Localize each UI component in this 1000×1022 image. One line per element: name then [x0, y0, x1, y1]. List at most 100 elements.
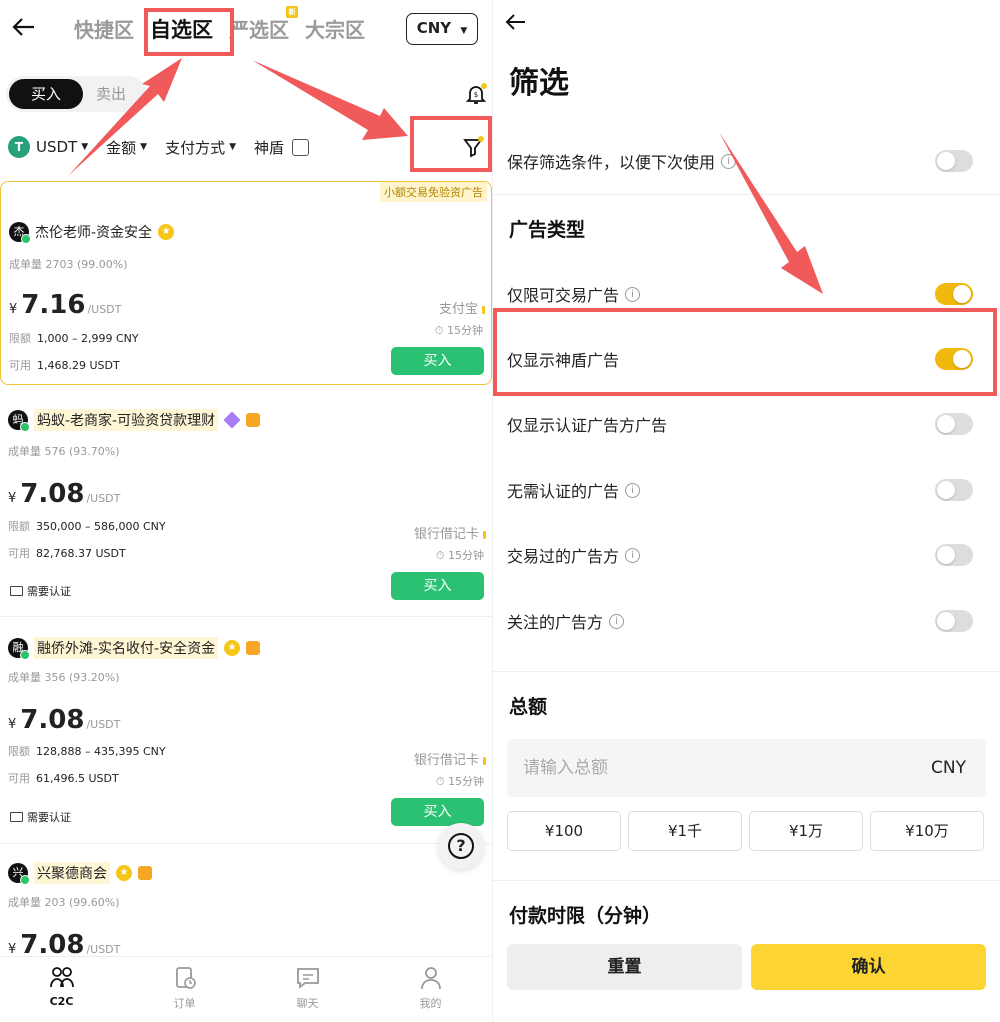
payment-method: 银行借记卡	[414, 749, 486, 768]
merchant-row[interactable]: 融 融侨外滩-实名收付-安全资金 ★	[8, 637, 261, 660]
shield-checkbox[interactable]	[292, 138, 310, 156]
svg-text:$: $	[474, 91, 478, 99]
sell-tab[interactable]: 卖出	[96, 79, 126, 109]
price-unit: /USDT	[86, 718, 121, 731]
available-row: 可用 61,496.5 USDT	[8, 770, 119, 786]
info-icon[interactable]: i	[609, 613, 625, 629]
notification-bell-icon[interactable]: $	[464, 82, 488, 106]
help-button[interactable]: ?	[438, 823, 484, 869]
amount-filter-label: 金额	[106, 138, 137, 157]
fiat-currency-select[interactable]: CNY ▼	[406, 13, 478, 45]
currency-symbol: ¥	[8, 717, 17, 732]
option-toggle[interactable]	[935, 283, 973, 305]
info-icon[interactable]: i	[625, 286, 641, 302]
back-arrow-icon[interactable]	[505, 10, 527, 36]
total-amount-input[interactable]	[523, 758, 823, 778]
merchant-name: 兴聚德商会	[34, 862, 110, 884]
option-toggle[interactable]	[935, 479, 973, 501]
caret-down-icon: ▼	[81, 142, 89, 152]
amount-chip-10k[interactable]: ¥1万	[749, 811, 863, 851]
reset-button[interactable]: 重置	[507, 944, 742, 990]
option-toggle[interactable]	[935, 610, 973, 632]
nav-profile[interactable]: 我的	[369, 957, 492, 1022]
option-row: 仅显示认证广告方广告	[507, 409, 987, 439]
tab-quick[interactable]: 快捷区	[74, 14, 134, 44]
amount-filter[interactable]: 金额 ▼	[106, 137, 147, 158]
info-icon[interactable]: i	[721, 153, 737, 169]
buy-button[interactable]: 买入	[391, 572, 484, 600]
available-value: 82,768.37 USDT	[36, 547, 126, 560]
chat-icon	[296, 968, 319, 989]
shield-filter[interactable]: 神盾	[254, 137, 310, 158]
confirm-button[interactable]: 确认	[751, 944, 986, 990]
offer-card: 兴 兴聚德商会 ★ 成单量 203 (99.60%) ¥ 7.08 /USDT	[0, 844, 492, 960]
time-limit-value: 15分钟	[448, 775, 484, 788]
offer-card: 蚂 蚂蚁-老商家-可验资贷款理财 成单量 576 (93.70%) ¥ 7.08…	[0, 385, 492, 615]
offer-card: 融 融侨外滩-实名收付-安全资金 ★ 成单量 356 (93.20%) ¥ 7.…	[0, 617, 492, 843]
nav-chat[interactable]: 聊天	[246, 957, 369, 1022]
limit-value: 128,888 – 435,395 CNY	[36, 745, 166, 758]
annotation-box-watchlist	[144, 8, 234, 56]
coin-filter[interactable]: T USDT ▼	[8, 136, 88, 158]
amount-chip-100k[interactable]: ¥10万	[870, 811, 984, 851]
payment-time-title: 付款时限（分钟）	[509, 905, 662, 927]
buy-button[interactable]: 买入	[391, 347, 484, 375]
filter-drawer: 筛选 保存筛选条件，以便下次使用 i 广告类型 仅限可交易广告 i 仅显示神盾广…	[492, 0, 1000, 1022]
usdt-logo-icon: T	[8, 136, 30, 158]
option-label: 仅显示认证广告方广告	[507, 416, 668, 435]
tab-selected[interactable]: 严选区新	[229, 6, 298, 44]
merchant-row[interactable]: 兴 兴聚德商会 ★	[8, 862, 152, 885]
total-amount-field[interactable]: CNY	[507, 739, 986, 797]
quick-amount-chips: ¥100 ¥1千 ¥1万 ¥10万	[507, 811, 984, 851]
amount-chip-100[interactable]: ¥100	[507, 811, 621, 851]
gold-badge-icon: ★	[158, 224, 175, 240]
option-row: 仅限可交易广告 i	[507, 279, 987, 309]
info-icon[interactable]: i	[625, 547, 641, 563]
shield-filter-label: 神盾	[254, 138, 285, 157]
option-toggle[interactable]	[935, 544, 973, 566]
save-filter-toggle[interactable]	[935, 150, 973, 172]
limit-row: 限额 128,888 – 435,395 CNY	[8, 743, 166, 759]
price: ¥ 7.16 /USDT	[9, 290, 121, 320]
shield-badge-icon	[246, 413, 261, 427]
limit-value: 350,000 – 586,000 CNY	[36, 520, 166, 533]
person-icon	[420, 967, 441, 990]
bottom-nav: C2C 订单 聊天 我的	[0, 956, 492, 1022]
kyc-required-badge: 需要认证	[10, 583, 71, 599]
time-limit: ⏱ 15分钟	[435, 775, 484, 788]
option-label: 关注的广告方	[507, 613, 604, 632]
limit-label: 限额	[9, 332, 31, 345]
option-label: 仅限可交易广告	[507, 286, 620, 305]
currency-symbol: ¥	[8, 942, 17, 957]
payment-method: 支付宝	[439, 298, 485, 317]
back-arrow-icon[interactable]	[12, 16, 36, 42]
time-limit-value: 15分钟	[448, 549, 484, 562]
kyc-label: 需要认证	[27, 811, 71, 824]
diamond-badge-icon	[223, 411, 241, 429]
gold-badge-icon: ★	[224, 640, 241, 656]
buy-button[interactable]: 买入	[391, 798, 484, 826]
currency-symbol: ¥	[8, 491, 17, 506]
nav-orders[interactable]: 订单	[123, 957, 246, 1022]
merchant-name: 蚂蚁-老商家-可验资贷款理财	[34, 409, 219, 431]
limit-row: 限额 1,000 – 2,999 CNY	[9, 330, 139, 346]
new-badge: 新	[286, 6, 298, 18]
merchant-row[interactable]: 蚂 蚂蚁-老商家-可验资贷款理财	[8, 409, 261, 432]
option-toggle[interactable]	[935, 413, 973, 435]
amount-chip-1k[interactable]: ¥1千	[628, 811, 742, 851]
price-value: 7.08	[20, 479, 85, 509]
payment-filter[interactable]: 支付方式 ▼	[165, 137, 236, 158]
id-card-icon	[10, 812, 23, 822]
merchant-row[interactable]: 杰 杰伦老师-资金安全 ★	[9, 222, 175, 244]
tab-bulk[interactable]: 大宗区	[305, 14, 365, 44]
limit-row: 限额 350,000 – 586,000 CNY	[8, 518, 166, 534]
option-row: 关注的广告方 i	[507, 606, 987, 636]
limit-label: 限额	[8, 745, 30, 758]
buy-tab[interactable]: 买入	[9, 79, 83, 109]
available-label: 可用	[8, 547, 30, 560]
avatar: 杰	[9, 222, 31, 244]
nav-c2c[interactable]: C2C	[0, 957, 123, 1022]
nav-orders-label: 订单	[173, 997, 196, 1010]
question-mark-icon: ?	[448, 833, 474, 859]
info-icon[interactable]: i	[625, 482, 641, 498]
